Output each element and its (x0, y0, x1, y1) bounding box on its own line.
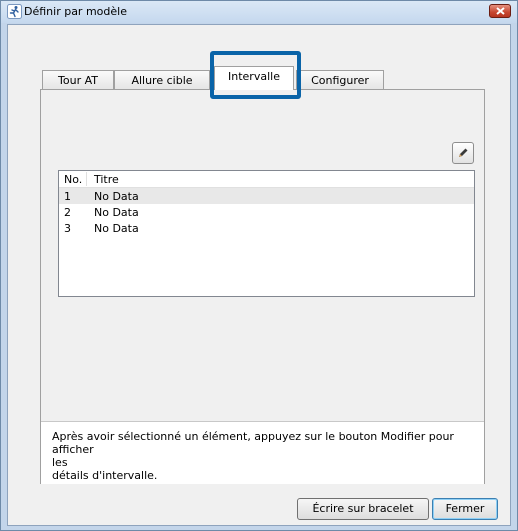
close-dialog-button[interactable]: Fermer (432, 498, 498, 520)
info-text: Après avoir sélectionné un élément, appu… (52, 430, 454, 482)
column-header-no[interactable]: No. (64, 173, 82, 186)
list-item[interactable]: 2 No Data (59, 204, 474, 220)
client-area: Tour AT Allure cible Intervalle Configur… (7, 24, 511, 526)
list-item-no: 3 (64, 222, 71, 235)
tab-panel: No. Titre 1 No Data 2 No Data 3 No Data (40, 89, 485, 484)
header-divider (86, 172, 87, 186)
list-item-no: 2 (64, 206, 71, 219)
tab-allure-cible[interactable]: Allure cible (114, 70, 210, 90)
tab-configurer[interactable]: Configurer (296, 70, 384, 90)
close-icon (496, 7, 505, 15)
list-item-titre: No Data (94, 206, 139, 219)
pencil-icon (459, 148, 468, 157)
list-item-titre: No Data (94, 222, 139, 235)
window: Définir par modèle Tour AT Allure cible … (0, 0, 518, 531)
window-title: Définir par modèle (24, 5, 127, 18)
title-bar[interactable]: Définir par modèle (1, 1, 517, 23)
list-item[interactable]: 1 No Data (59, 188, 474, 204)
list-header: No. Titre (59, 171, 474, 188)
tab-intervalle[interactable]: Intervalle (214, 66, 294, 90)
column-header-titre[interactable]: Titre (94, 173, 119, 186)
list-item-no: 1 (64, 190, 71, 203)
interval-list[interactable]: No. Titre 1 No Data 2 No Data 3 No Data (58, 170, 475, 297)
info-box: Après avoir sélectionné un élément, appu… (41, 421, 484, 484)
tab-tour-at[interactable]: Tour AT (42, 70, 114, 90)
write-to-watch-button[interactable]: Écrire sur bracelet (297, 498, 429, 520)
edit-button[interactable] (452, 142, 474, 164)
close-button[interactable] (489, 4, 511, 18)
runner-icon (7, 4, 22, 19)
list-item-titre: No Data (94, 190, 139, 203)
list-item[interactable]: 3 No Data (59, 220, 474, 236)
